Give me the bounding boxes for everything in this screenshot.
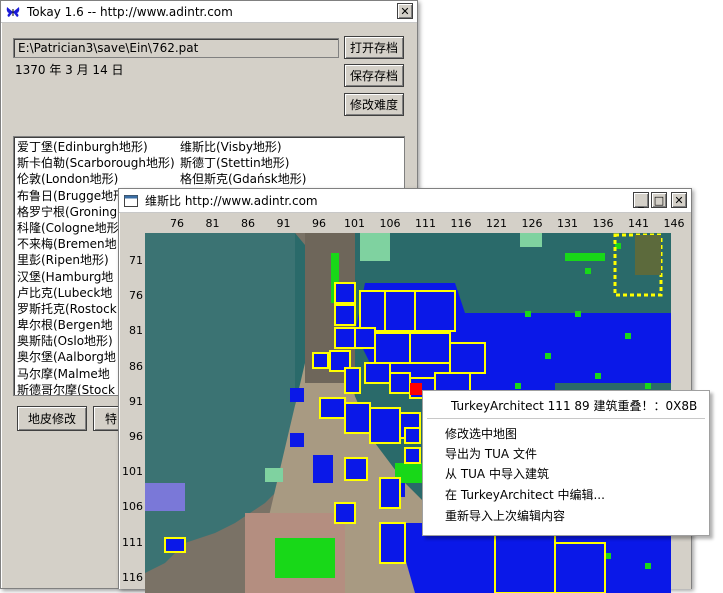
- x-axis-tick: 86: [241, 217, 255, 230]
- maximize-button[interactable]: □: [651, 192, 667, 208]
- y-axis-tick: 86: [129, 359, 143, 373]
- y-axis-tick: 71: [129, 254, 143, 267]
- minimize-button[interactable]: _: [633, 192, 649, 208]
- game-date: 1370 年 3 月 14 日: [15, 63, 124, 77]
- y-axis-tick: 106: [122, 500, 143, 514]
- list-item[interactable]: 格但斯克(Gdańsk地形): [180, 171, 306, 187]
- x-axis-tick: 136: [592, 217, 614, 230]
- x-axis-tick: 76: [170, 217, 184, 230]
- list-item[interactable]: 斯卡伯勒(Scarborough地形): [17, 155, 175, 171]
- change-difficulty-button[interactable]: 修改难度: [344, 93, 404, 116]
- map-window-title: 维斯比 http://www.adintr.com: [145, 194, 318, 208]
- close-icon: ✕: [674, 193, 684, 207]
- x-axis-tick: 106: [379, 217, 401, 230]
- town-list-right-column: 维斯比(Visby地形) 斯德丁(Stettin地形) 格但斯克(Gdańsk地形): [180, 139, 306, 188]
- y-axis-tick: 76: [129, 289, 143, 303]
- context-menu-header: TurkeyArchitect 111 89 建筑重叠！：0X8B: [451, 399, 698, 413]
- close-button[interactable]: ✕: [397, 3, 413, 19]
- y-axis-tick: 96: [129, 430, 143, 443]
- close-icon: ✕: [400, 4, 410, 18]
- x-axis-tick: 111: [415, 217, 436, 230]
- x-axis-tick: 96: [312, 217, 326, 230]
- x-axis-tick: 116: [450, 217, 472, 230]
- x-axis-tick: 121: [486, 217, 507, 230]
- context-menu: TurkeyArchitect 111 89 建筑重叠！：0X8B 修改选中地图…: [422, 390, 710, 536]
- list-item[interactable]: 爱丁堡(Edinburgh地形): [17, 139, 175, 155]
- x-axis-tick: 146: [663, 217, 685, 230]
- x-axis-tick: 81: [205, 217, 220, 230]
- y-axis-ruler: 71 76 81 86 91 96 101 106 111 116: [119, 233, 145, 593]
- list-item[interactable]: 伦敦(London地形): [17, 171, 175, 187]
- y-axis-tick: 111: [122, 535, 143, 549]
- main-window-title: Tokay 1.6 -- http://www.adintr.com: [27, 4, 233, 19]
- x-axis-tick: 91: [276, 217, 291, 230]
- map-titlebar[interactable]: 维斯比 http://www.adintr.com _ □ ✕: [119, 189, 691, 213]
- y-axis-tick: 81: [129, 324, 143, 338]
- window-icon: [123, 193, 139, 209]
- terrain-edit-button[interactable]: 地皮修改: [17, 406, 87, 431]
- menu-item-reimport-last-edit[interactable]: 重新导入上次编辑内容: [425, 507, 707, 525]
- menu-item-export-tua[interactable]: 导出为 TUA 文件: [425, 445, 707, 463]
- context-menu-separator: [427, 418, 705, 419]
- minimize-icon: _: [638, 195, 644, 208]
- butterfly-icon: [5, 4, 21, 20]
- main-titlebar[interactable]: Tokay 1.6 -- http://www.adintr.com ✕: [1, 1, 417, 23]
- list-item[interactable]: 斯德丁(Stettin地形): [180, 155, 306, 171]
- map-close-button[interactable]: ✕: [671, 192, 687, 208]
- menu-item-edit-in-turkeyarchitect[interactable]: 在 TurkeyArchitect 中编辑...: [425, 486, 707, 504]
- save-path-field[interactable]: E:\Patrician3\save\Ein\762.pat: [13, 38, 339, 58]
- x-axis-tick: 141: [628, 217, 649, 230]
- special-edit-label: 特: [105, 412, 118, 426]
- x-axis-tick: 126: [521, 217, 543, 230]
- y-axis-tick: 101: [122, 465, 143, 479]
- open-save-button[interactable]: 打开存档: [344, 36, 404, 59]
- x-axis-tick: 131: [557, 217, 578, 230]
- menu-item-import-tua[interactable]: 从 TUA 中导入建筑: [425, 465, 707, 483]
- list-item[interactable]: 维斯比(Visby地形): [180, 139, 306, 155]
- x-axis-ruler: 76 81 86 91 96 101 106 111 116 121 126 131 136 141 146: [119, 213, 691, 233]
- y-axis-tick: 116: [122, 570, 143, 584]
- menu-item-edit-selected-map[interactable]: 修改选中地图: [425, 425, 707, 443]
- save-save-button[interactable]: 保存存档: [344, 64, 404, 87]
- maximize-icon: □: [653, 193, 665, 207]
- y-axis-tick: 91: [129, 394, 143, 408]
- x-axis-tick: 101: [344, 217, 365, 230]
